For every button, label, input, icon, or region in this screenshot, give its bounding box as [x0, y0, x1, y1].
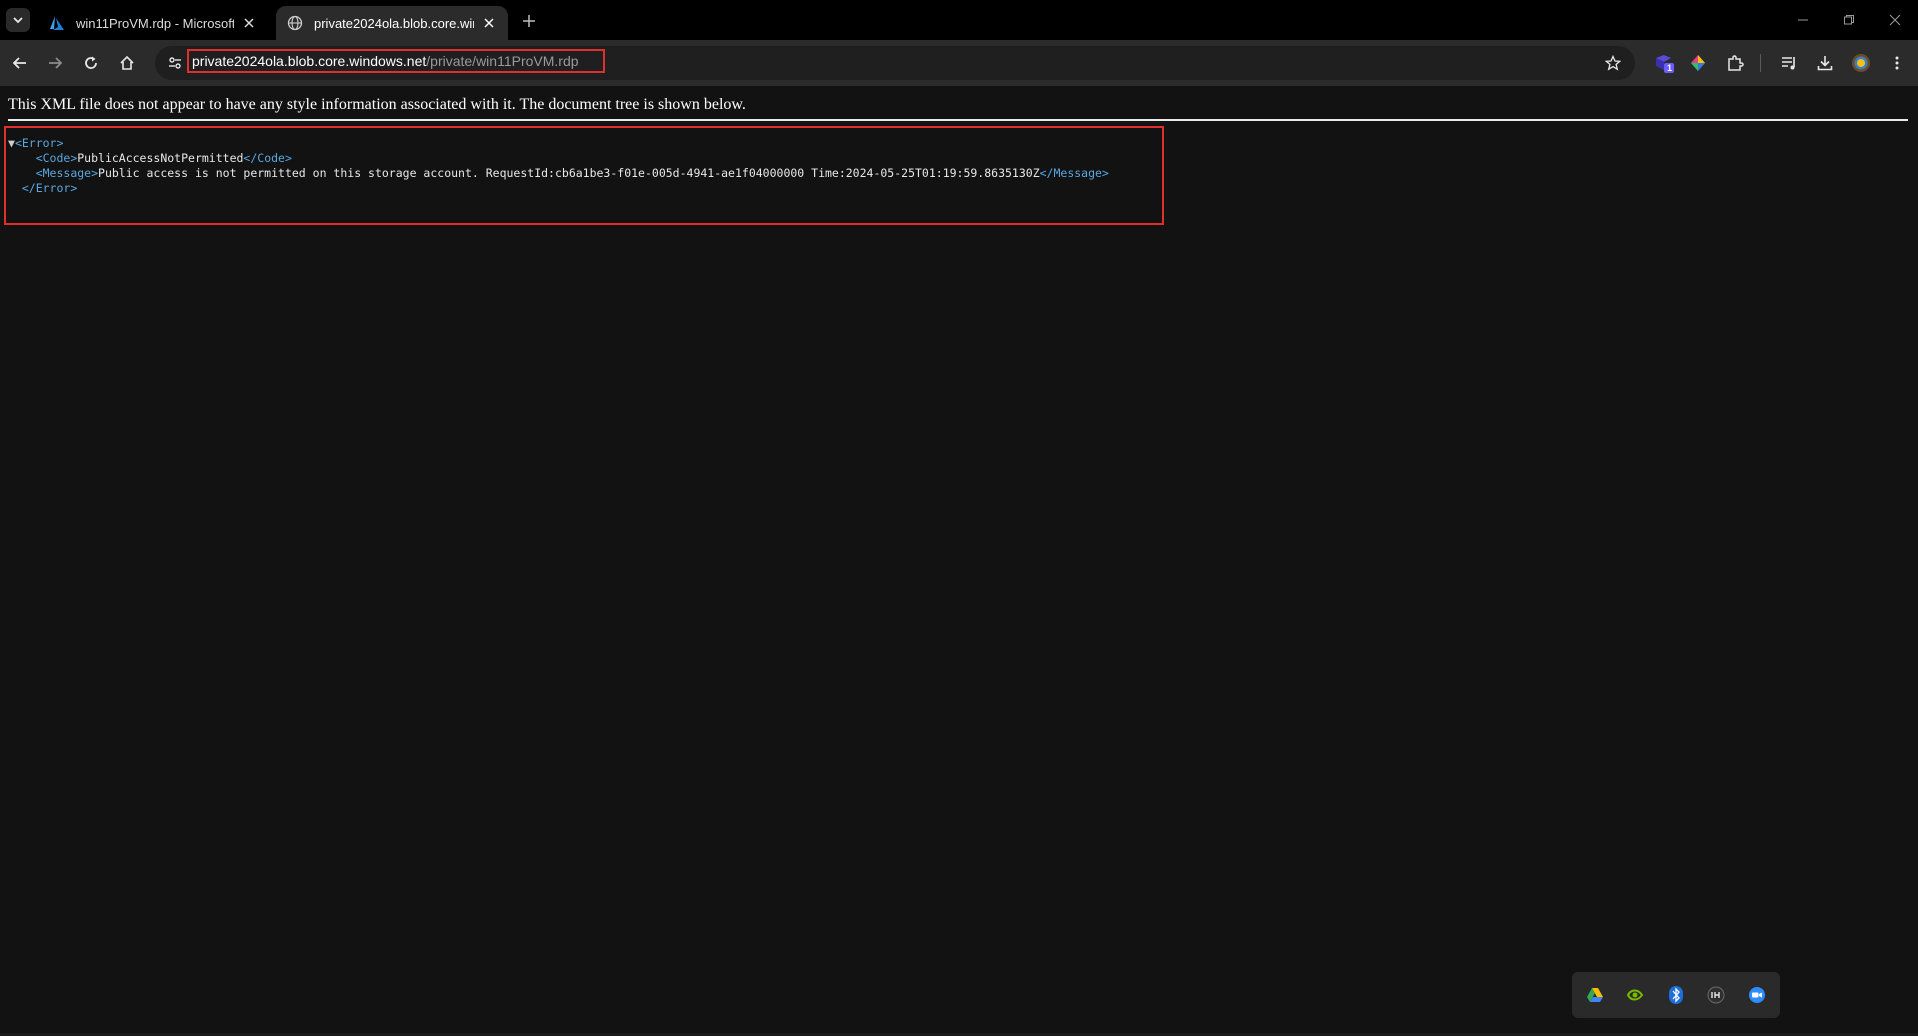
media-controls-button[interactable] [1775, 49, 1803, 77]
extension-badge: 1 [1667, 63, 1673, 73]
star-icon [1605, 55, 1621, 71]
close-window-button[interactable] [1872, 0, 1918, 40]
restore-icon [1844, 15, 1854, 25]
new-tab-button[interactable] [518, 10, 540, 32]
nvidia-icon[interactable] [1624, 984, 1646, 1006]
download-icon [1817, 56, 1833, 71]
extensions-menu-button[interactable] [1721, 49, 1749, 77]
zoom-icon[interactable] [1746, 984, 1768, 1006]
puzzle-icon [1728, 55, 1744, 71]
xml-tag-error-open: <Error> [14, 136, 64, 150]
menu-button[interactable] [1883, 49, 1911, 77]
home-icon [120, 55, 134, 70]
more-vertical-icon [1895, 56, 1899, 70]
xml-message-value: Public access is not permitted on this s… [98, 166, 1040, 180]
bluetooth-icon[interactable] [1665, 984, 1687, 1006]
arrow-right-icon [49, 57, 63, 69]
tray-overflow-panel [1572, 972, 1780, 1018]
address-bar[interactable]: private2024ola.blob.core.windows.net/pri… [155, 46, 1635, 80]
minimize-icon [1798, 19, 1808, 21]
xml-info-message: This XML file does not appear to have an… [8, 96, 746, 113]
app-icon[interactable] [1705, 984, 1727, 1006]
tab-blob[interactable]: private2024ola.blob.core.windo [276, 6, 508, 40]
azure-icon [48, 14, 66, 32]
url-path: /private/win11ProVM.rdp [426, 53, 579, 69]
xml-tag-message-close: </Message> [1039, 166, 1109, 180]
bookmark-star-button[interactable] [1601, 51, 1625, 75]
site-info-button[interactable] [163, 51, 187, 75]
window-controls [1780, 0, 1918, 40]
url-host: private2024ola.blob.core.windows.net [192, 53, 427, 69]
tab-strip: win11ProVM.rdp - Microsoft Az private202… [0, 0, 1918, 40]
home-button[interactable] [113, 49, 141, 77]
tab-search-button[interactable] [6, 8, 30, 32]
tab-title: private2024ola.blob.core.windo [314, 15, 474, 31]
browser-toolbar: private2024ola.blob.core.windows.net/pri… [0, 40, 1918, 86]
tune-icon [169, 57, 181, 69]
avatar-icon [1852, 54, 1870, 72]
minimize-button[interactable] [1780, 0, 1826, 40]
color-picker-icon [1691, 55, 1705, 71]
forward-button[interactable] [41, 49, 69, 77]
xml-tag-code-close: </Code> [243, 151, 292, 165]
xml-tree: ▼<Error> <Code>PublicAccessNotPermitted<… [8, 136, 1109, 196]
tab-azure[interactable]: win11ProVM.rdp - Microsoft Az [38, 6, 268, 40]
xml-tag-message-open: <Message> [35, 166, 99, 180]
toolbar-separator [1760, 54, 1761, 72]
back-button[interactable] [6, 49, 34, 77]
chevron-down-icon [13, 17, 23, 24]
tab-title: win11ProVM.rdp - Microsoft Az [76, 15, 234, 31]
plus-icon [523, 15, 535, 27]
profile-button[interactable] [1847, 49, 1875, 77]
extension-button-badged[interactable]: 1 [1650, 49, 1678, 77]
restore-button[interactable] [1826, 0, 1872, 40]
arrow-left-icon [12, 57, 26, 69]
xml-tag-code-open: <Code> [35, 151, 78, 165]
collapse-toggle[interactable]: ▼ [8, 136, 15, 150]
xml-tag-error-close: </Error> [21, 181, 78, 195]
close-icon[interactable] [480, 14, 498, 32]
reload-button[interactable] [77, 49, 105, 77]
downloads-button[interactable] [1811, 49, 1839, 77]
reload-icon [85, 56, 97, 69]
google-drive-icon[interactable] [1584, 984, 1606, 1006]
close-icon[interactable] [240, 14, 258, 32]
queue-music-icon [1782, 57, 1795, 70]
close-icon [1889, 14, 1901, 26]
extension-button-color[interactable] [1684, 49, 1712, 77]
divider [8, 119, 1908, 121]
url-text[interactable]: private2024ola.blob.core.windows.net/pri… [187, 49, 605, 73]
globe-icon [286, 14, 304, 32]
xml-code-value: PublicAccessNotPermitted [77, 151, 244, 165]
